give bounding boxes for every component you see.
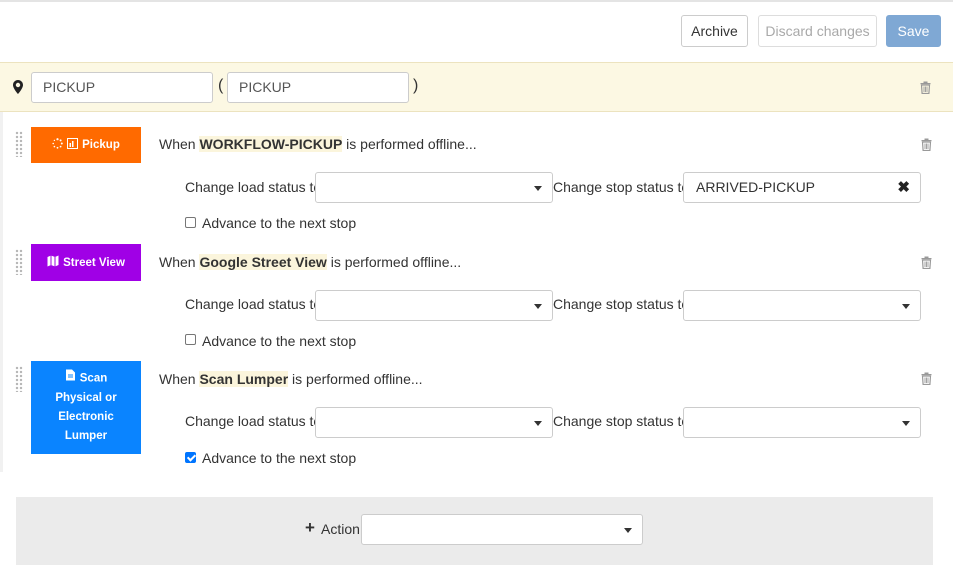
left-edge-strip [0, 112, 3, 472]
change-load-status-label: Change load status to [185, 179, 322, 195]
action-chip-label: Street View [63, 256, 125, 269]
delete-rule-trash-icon[interactable] [921, 372, 932, 385]
stop-header: PICKUP ( PICKUP ) [0, 62, 953, 112]
stop-status-value: ARRIVED-PICKUP [696, 179, 816, 195]
load-status-select[interactable] [315, 290, 553, 321]
when-prefix: When [159, 254, 200, 270]
caret-down-icon [534, 186, 542, 191]
add-action-select[interactable] [361, 514, 643, 545]
change-stop-status-label: Change stop status to [553, 296, 690, 312]
stop-status-select[interactable]: ARRIVED-PICKUP ✖ [683, 172, 921, 203]
advance-label: Advance to the next stop [202, 215, 357, 231]
caret-down-icon [902, 304, 910, 309]
rule-description: When Google Street View is performed off… [159, 254, 461, 270]
action-chip-street-view: Street View [31, 244, 141, 281]
top-border [0, 0, 953, 2]
change-load-status-label: Change load status to [185, 296, 322, 312]
drag-handle-icon[interactable] [15, 131, 23, 157]
rule-description: When Scan Lumper is performed offline... [159, 371, 423, 387]
caret-down-icon [534, 304, 542, 309]
caret-down-icon [624, 528, 632, 533]
drag-handle-icon[interactable] [15, 366, 23, 392]
drag-handle-icon[interactable] [15, 249, 23, 275]
action-chip-pickup: Pickup [31, 127, 141, 163]
plus-icon: + [305, 518, 315, 537]
stop-status-select[interactable] [683, 407, 921, 438]
when-suffix: is performed offline... [342, 136, 477, 152]
workflow-name: WORKFLOW-PICKUP [199, 136, 343, 152]
delete-rule-trash-icon[interactable] [921, 138, 932, 151]
caret-down-icon [902, 421, 910, 426]
workflow-name: Google Street View [199, 254, 327, 270]
when-prefix: When [159, 136, 200, 152]
when-prefix: When [159, 371, 200, 387]
document-icon [65, 369, 76, 388]
advance-checkbox[interactable] [185, 217, 196, 228]
chart-icon [67, 138, 79, 152]
save-button[interactable]: Save [886, 15, 941, 47]
discard-changes-button[interactable]: Discard changes [758, 15, 877, 47]
action-chip-scan-lumper: Scan Physical or Electronic Lumper [31, 361, 141, 454]
advance-checkbox[interactable] [185, 334, 196, 345]
advance-label: Advance to the next stop [202, 333, 357, 349]
when-suffix: is performed offline... [288, 371, 423, 387]
action-chip-label: Pickup [82, 139, 120, 151]
map-icon [47, 255, 59, 270]
clear-x-icon[interactable]: ✖ [897, 178, 910, 196]
map-marker-icon [13, 80, 23, 94]
spinner-icon [52, 138, 63, 152]
load-status-select[interactable] [315, 407, 553, 438]
advance-label: Advance to the next stop [202, 450, 357, 466]
close-paren: ) [413, 77, 419, 94]
stop-name-input[interactable]: PICKUP [31, 72, 213, 103]
stop-code-input[interactable]: PICKUP [227, 72, 409, 103]
change-stop-status-label: Change stop status to [553, 413, 690, 429]
add-action-label: Action [321, 521, 360, 537]
load-status-select[interactable] [315, 172, 553, 203]
delete-rule-trash-icon[interactable] [921, 256, 932, 269]
workflow-name: Scan Lumper [199, 371, 289, 387]
when-suffix: is performed offline... [326, 254, 462, 270]
change-load-status-label: Change load status to [185, 413, 322, 429]
change-stop-status-label: Change stop status to [553, 179, 690, 195]
caret-down-icon [534, 421, 542, 426]
delete-stop-trash-icon[interactable] [920, 81, 931, 94]
open-paren: ( [218, 77, 224, 94]
archive-button[interactable]: Archive [681, 15, 748, 47]
rule-description: When WORKFLOW-PICKUP is performed offlin… [159, 136, 477, 152]
advance-checkbox[interactable] [185, 452, 196, 463]
add-action-panel: + Action [16, 497, 933, 565]
stop-status-select[interactable] [683, 290, 921, 321]
